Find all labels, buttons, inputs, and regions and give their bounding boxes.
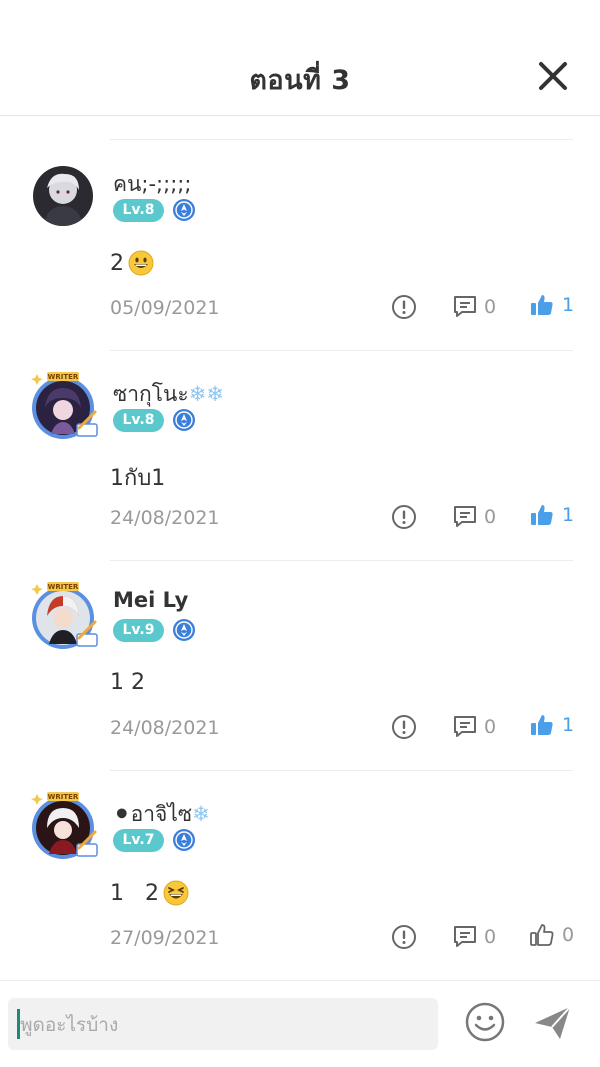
username[interactable]: คน;-;;;;; [113, 168, 191, 201]
reply-button[interactable]: 0 [452, 294, 498, 322]
snowflake-icon: ❄❄ [188, 382, 224, 406]
comments-sheet: ตอนที่ 3 คน;-;;;;; Lv.8 2 05/09/2021 0 1… [0, 0, 600, 1067]
thumbs-up-filled-icon [531, 715, 553, 735]
username[interactable]: Mei Ly [113, 588, 188, 612]
thumbs-up-filled-icon [531, 505, 553, 525]
report-button[interactable] [391, 504, 417, 530]
comment-input[interactable] [18, 998, 432, 1052]
like-button[interactable]: 1 [529, 502, 575, 530]
comment-item: WRITER ซากุโนะ❄❄ Lv.8 1กับ1 24/08/2021 0… [0, 350, 600, 561]
thumbs-up-filled-icon [531, 295, 553, 315]
send-icon [535, 1006, 571, 1039]
comment-icon [454, 926, 476, 947]
username[interactable]: ⚫อาจิไซ❄ [113, 798, 210, 831]
level-badge: Lv.8 [113, 409, 164, 432]
comment-body: 2 [110, 250, 124, 276]
reply-count: 0 [484, 506, 497, 528]
squinting-laughing-face-icon [163, 880, 189, 906]
report-icon [392, 715, 416, 739]
username-text: ซากุโนะ [113, 382, 189, 406]
comment-date: 24/08/2021 [110, 717, 220, 739]
level-badge: Lv.9 [113, 619, 164, 642]
report-icon [392, 505, 416, 529]
emoji-button[interactable] [464, 1001, 506, 1043]
comment-item: คน;-;;;;; Lv.8 2 05/09/2021 0 1 [0, 140, 600, 351]
level-badge: Lv.8 [113, 199, 164, 222]
sheet-header: ตอนที่ 3 [0, 0, 600, 116]
reply-count: 0 [484, 296, 497, 318]
verified-badge-icon [172, 408, 196, 432]
comment-composer [0, 980, 600, 1067]
report-icon [392, 925, 416, 949]
comment-icon [454, 296, 476, 317]
grinning-face-icon [128, 250, 154, 276]
like-button[interactable]: 1 [529, 292, 575, 320]
send-button[interactable] [532, 1003, 574, 1043]
like-count: 1 [562, 714, 575, 736]
comment-text: 1 2 [110, 670, 145, 695]
like-count: 1 [562, 294, 575, 316]
comment-text: 1 2 [110, 880, 189, 906]
smiley-icon [465, 1002, 505, 1042]
reply-count: 0 [484, 716, 497, 738]
comment-date: 05/09/2021 [110, 297, 220, 319]
reply-count: 0 [484, 926, 497, 948]
like-count: 1 [562, 504, 575, 526]
comment-text: 2 [110, 250, 154, 276]
comment-text: 1กับ1 [110, 460, 165, 495]
verified-badge-icon [172, 618, 196, 642]
comment-item: WRITER ⚫อาจิไซ❄ Lv.7 1 2 27/09/2021 0 0 [0, 770, 600, 980]
report-icon [392, 295, 416, 319]
comment-icon [454, 506, 476, 527]
writer-frame-label: WRITER [48, 583, 79, 591]
reply-button[interactable]: 0 [452, 714, 498, 742]
black-circle-icon: ⚫ [113, 802, 131, 826]
comment-body: 1 2 [110, 880, 159, 906]
reply-button[interactable]: 0 [452, 504, 498, 532]
level-badge: Lv.7 [113, 829, 164, 852]
like-button[interactable]: 0 [529, 922, 575, 950]
report-button[interactable] [391, 714, 417, 740]
comment-date: 24/08/2021 [110, 507, 220, 529]
close-button[interactable] [533, 56, 573, 96]
verified-badge-icon [172, 828, 196, 852]
avatar[interactable]: WRITER [27, 788, 99, 864]
comment-icon [454, 716, 476, 737]
comment-item: WRITER Mei Ly Lv.9 1 2 24/08/2021 0 1 [0, 560, 600, 771]
like-button[interactable]: 1 [529, 712, 575, 740]
thumbs-up-outline-icon [530, 924, 554, 946]
writer-frame-label: WRITER [48, 793, 79, 801]
close-icon [539, 62, 567, 90]
username-text: อาจิไซ [130, 802, 193, 826]
report-button[interactable] [391, 294, 417, 320]
comment-body: 1กับ1 [110, 466, 166, 491]
avatar[interactable]: WRITER [27, 368, 99, 444]
avatar[interactable] [33, 166, 93, 226]
comment-body: 1 2 [110, 670, 145, 695]
snowflake-icon: ❄ [192, 802, 210, 826]
verified-badge-icon [172, 198, 196, 222]
username[interactable]: ซากุโนะ❄❄ [113, 378, 224, 411]
reply-button[interactable]: 0 [452, 924, 498, 952]
comment-date: 27/09/2021 [110, 927, 220, 949]
writer-frame-label: WRITER [48, 373, 79, 381]
avatar[interactable]: WRITER [27, 578, 99, 654]
comment-input-box[interactable] [8, 998, 438, 1052]
report-button[interactable] [391, 924, 417, 950]
page-title: ตอนที่ 3 [249, 65, 351, 96]
like-count: 0 [562, 924, 575, 946]
